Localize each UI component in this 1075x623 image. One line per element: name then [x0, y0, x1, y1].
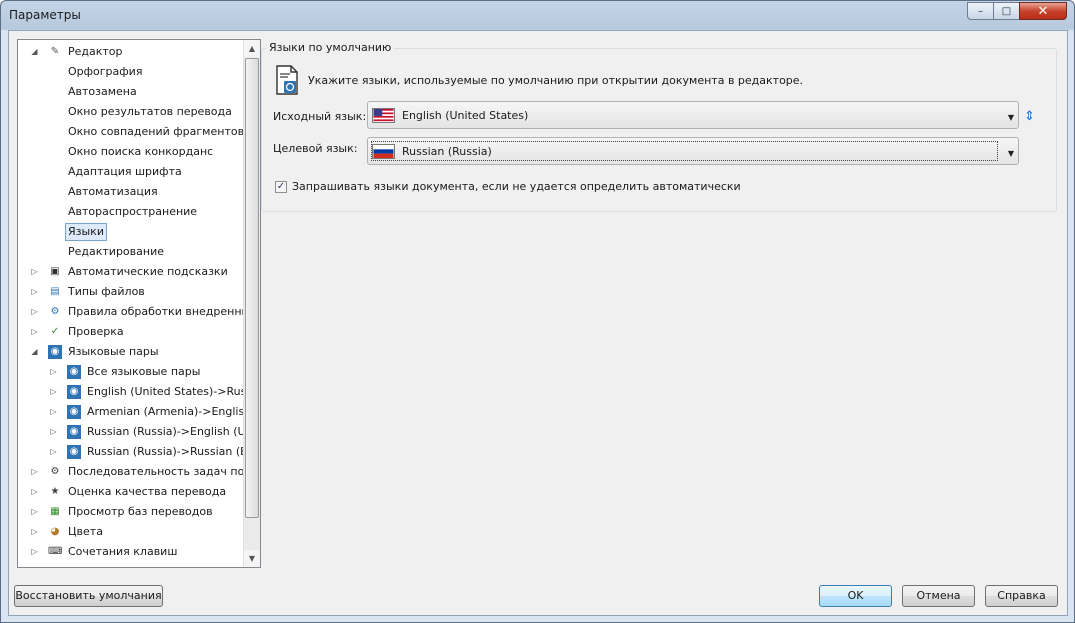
tree-item-label: Russian (Russia)->Russian (Bel	[87, 445, 244, 458]
tree-item-label: Armenian (Armenia)->English (	[87, 405, 244, 418]
tree-item-label: Автоматические подсказки	[68, 265, 228, 278]
tree-item-label: Russian (Russia)->English (Unit	[87, 425, 244, 438]
language-pair-icon: ◉	[67, 445, 81, 459]
close-icon: ✕	[1037, 3, 1049, 19]
tree-item-label: English (United States)->Russia	[87, 385, 244, 398]
quality-icon: ★	[50, 486, 60, 497]
cancel-button[interactable]: Отмена	[902, 585, 975, 607]
expand-arrow-icon[interactable]: ▷	[30, 307, 39, 316]
language-pair-icon: ◉	[48, 345, 62, 359]
tm-viewer-icon: ▦	[50, 506, 60, 517]
expand-arrow-icon[interactable]: ▷	[30, 487, 39, 496]
tree-item-label: Орфография	[68, 65, 143, 78]
expand-arrow-icon[interactable]: ▷	[30, 467, 39, 476]
options-tree[interactable]: ◢ ✎ Редактор Орфография Автозамена Окно резул…	[17, 39, 261, 568]
us-flag-icon	[372, 108, 395, 123]
close-button[interactable]: ✕	[1019, 2, 1067, 20]
tree-item-label: Проверка	[68, 325, 124, 338]
tree-item-label: Типы файлов	[68, 285, 145, 298]
title-bar[interactable]: Параметры – □ ✕	[1, 1, 1074, 29]
expand-arrow-icon[interactable]: ▷	[30, 327, 39, 336]
tree-scrollbar[interactable]: ▲ ▼	[243, 40, 260, 567]
language-pair-icon: ◉	[67, 425, 81, 439]
language-pair-icon: ◉	[67, 385, 81, 399]
source-language-combo[interactable]: English (United States) ▼	[367, 101, 1019, 129]
expand-arrow-icon[interactable]: ▷	[49, 427, 58, 436]
expand-arrow-icon[interactable]: ▷	[49, 447, 58, 456]
tree-item-label: Редактирование	[68, 245, 164, 258]
help-button[interactable]: Справка	[985, 585, 1058, 607]
collapse-arrow-icon[interactable]: ◢	[30, 47, 39, 56]
language-pair-icon: ◉	[67, 405, 81, 419]
tree-item-label: Цвета	[68, 525, 103, 538]
keyboard-icon: ⌨	[48, 546, 63, 557]
scroll-up-button[interactable]: ▲	[244, 40, 260, 57]
expand-arrow-icon[interactable]: ▷	[49, 407, 58, 416]
group-title: Языки по умолчанию	[266, 41, 395, 54]
minimize-icon: –	[978, 5, 983, 17]
check-icon: ✓	[276, 181, 286, 192]
target-language-value: Russian (Russia)	[402, 145, 492, 158]
info-text: Укажите языки, используемые по умолчанию…	[308, 74, 804, 87]
tree-item-label: Редактор	[68, 45, 123, 58]
restore-defaults-button[interactable]: Восстановить умолчания	[14, 585, 163, 607]
ok-button[interactable]: OK	[819, 585, 892, 607]
tree-item-label: Языки	[65, 223, 107, 241]
tree-item-label: Правила обработки внедренных	[68, 305, 244, 318]
expand-arrow-icon[interactable]: ▷	[30, 527, 39, 536]
embedded-rules-icon: ⚙	[50, 306, 60, 317]
tree-item-label: Все языковые пары	[87, 365, 201, 378]
tree-item-label: Окно результатов перевода	[68, 105, 232, 118]
verification-icon: ✓	[50, 326, 60, 337]
pencil-icon: ✎	[50, 46, 60, 57]
dialog-client-area: ◢ ✎ Редактор Орфография Автозамена Окно резул…	[8, 30, 1068, 616]
palette-icon: ◕	[50, 526, 60, 537]
expand-arrow-icon[interactable]: ▷	[30, 287, 39, 296]
tree-item-label: Языковые пары	[68, 345, 159, 358]
tree-item-label: Последовательность задач по ум	[68, 465, 244, 478]
scrollbar-thumb[interactable]	[245, 58, 259, 518]
chevron-down-icon: ▼	[1007, 149, 1014, 158]
language-pair-icon: ◉	[67, 365, 81, 379]
expand-arrow-icon[interactable]: ▷	[49, 367, 58, 376]
ask-languages-label[interactable]: Запрашивать языки документа, если не уда…	[292, 180, 741, 193]
tree-item-label: Окно совпадений фрагментов	[68, 125, 244, 138]
scroll-down-button[interactable]: ▼	[244, 550, 260, 567]
minimize-button[interactable]: –	[967, 2, 994, 20]
maximize-icon: □	[1001, 5, 1012, 17]
tree-item-label: Автораспространение	[68, 205, 198, 218]
source-language-label: Исходный язык:	[273, 110, 367, 123]
tree-item-label: Автозамена	[68, 85, 137, 98]
swap-languages-icon[interactable]: ⇕	[1024, 109, 1035, 124]
file-types-icon: ▤	[50, 286, 60, 297]
expand-arrow-icon[interactable]: ▷	[30, 267, 39, 276]
tree-item-label: Автоматизация	[68, 185, 158, 198]
tree-item-label: Оценка качества перевода	[68, 485, 227, 498]
tree-items: ◢ ✎ Редактор Орфография Автозамена Окно резул…	[18, 40, 244, 567]
document-language-icon	[276, 65, 298, 95]
russia-flag-icon	[372, 144, 395, 159]
expand-arrow-icon[interactable]: ▷	[30, 547, 39, 556]
options-dialog: Параметры – □ ✕ ◢ ✎ Редактор Орфография Авто…	[0, 0, 1075, 623]
maximize-button[interactable]: □	[993, 2, 1020, 20]
target-language-label: Целевой язык:	[273, 142, 358, 155]
target-language-combo[interactable]: Russian (Russia) ▼	[367, 137, 1019, 165]
window-title: Параметры	[9, 8, 81, 22]
source-language-value: English (United States)	[402, 109, 529, 122]
expand-arrow-icon[interactable]: ▷	[30, 507, 39, 516]
autosuggest-icon: ▣	[50, 266, 60, 277]
collapse-arrow-icon[interactable]: ◢	[30, 347, 39, 356]
chevron-down-icon: ▼	[1007, 113, 1014, 122]
tree-item-label: Просмотр баз переводов	[68, 505, 213, 518]
expand-arrow-icon[interactable]: ▷	[49, 387, 58, 396]
tree-item-label: Сочетания клавиш	[68, 545, 178, 558]
task-sequence-icon: ⚙	[50, 466, 60, 477]
ask-languages-checkbox[interactable]: ✓	[275, 181, 287, 193]
tree-item-label: Окно поиска конкорданс	[68, 145, 214, 158]
tree-item-label: Адаптация шрифта	[68, 165, 182, 178]
